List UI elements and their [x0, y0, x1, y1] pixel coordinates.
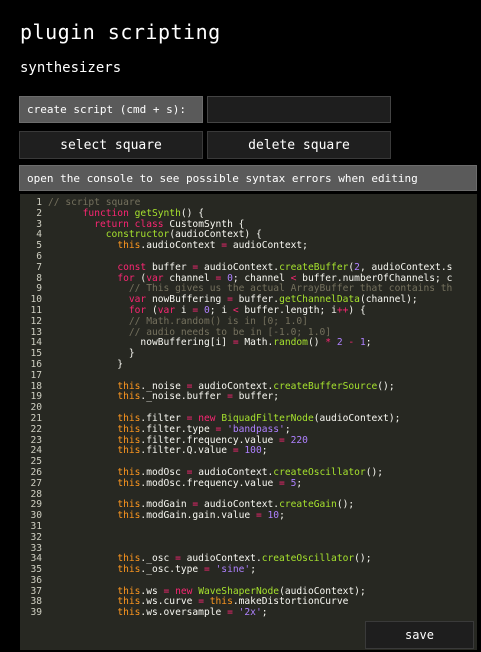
code-line[interactable]: 5 this.audioContext = audioContext; — [20, 240, 477, 252]
code-line[interactable]: 17 — [20, 369, 477, 382]
code-line[interactable]: 16 } — [20, 358, 477, 371]
code-line[interactable]: 19 this._noise.buffer = buffer; — [20, 391, 477, 403]
code-text: this.ws.oversample = '2x'; — [117, 607, 268, 619]
code-line[interactable]: 35 this._osc.type = 'sine'; — [20, 564, 477, 576]
line-number: 3 — [36, 218, 42, 230]
code-line[interactable]: 31 — [20, 521, 477, 533]
delete-square-button[interactable]: delete square — [207, 131, 391, 159]
select-square-button[interactable]: select square — [19, 131, 203, 159]
console-hint: open the console to see possible syntax … — [19, 165, 477, 191]
line-number: 22 — [30, 423, 42, 435]
code-line[interactable]: 22 this.filter.type = 'bandpass'; — [20, 423, 477, 436]
line-number: 1 — [36, 197, 42, 208]
code-text: this._noise.buffer = buffer; — [117, 391, 280, 403]
code-text: this.filter.Q.value = 100; — [117, 445, 268, 457]
line-number: 2 — [36, 207, 42, 219]
code-text: const buffer = audioContext.createBuffer… — [117, 261, 453, 273]
code-line[interactable]: 2 function getSynth() { — [20, 207, 477, 220]
save-button[interactable]: save — [365, 621, 474, 649]
code-text: this._osc.type = 'sine'; — [117, 564, 256, 576]
code-line[interactable]: 24 this.filter.Q.value = 100; — [20, 445, 477, 457]
line-number: 4 — [36, 229, 42, 241]
code-text: this.audioContext = audioContext; — [117, 240, 308, 252]
create-script-label: create script (cmd + s): — [19, 96, 203, 123]
line-number: 12 — [30, 315, 42, 327]
code-line[interactable]: 32 — [20, 531, 477, 544]
script-name-input[interactable] — [207, 96, 391, 123]
line-number: 6 — [36, 250, 42, 262]
code-text: this.modOsc.frequency.value = 5; — [117, 477, 303, 489]
code-text: this.modGain.gain.value = 10; — [117, 510, 285, 522]
line-number: 5 — [36, 240, 42, 252]
page-subtitle: synthesizers — [20, 60, 122, 76]
line-number: 32 — [30, 531, 42, 543]
line-number: 27 — [30, 477, 42, 489]
line-number: 39 — [30, 607, 42, 619]
code-text: } — [48, 358, 124, 370]
page-title: plugin scripting — [20, 20, 221, 44]
code-text: this.filter.type = 'bandpass'; — [117, 423, 291, 435]
line-number: 17 — [30, 369, 42, 381]
code-line[interactable]: 7 const buffer = audioContext.createBuff… — [20, 261, 477, 274]
code-editor[interactable]: 1// script square 2 function getSynth() {… — [20, 194, 477, 650]
line-number: 7 — [36, 261, 42, 273]
line-number: 8 — [36, 272, 42, 284]
code-line[interactable]: 30 this.modGain.gain.value = 10; — [20, 510, 477, 522]
code-line[interactable]: 27 this.modOsc.frequency.value = 5; — [20, 477, 477, 490]
code-line[interactable]: 39 this.ws.oversample = '2x'; — [20, 607, 477, 619]
